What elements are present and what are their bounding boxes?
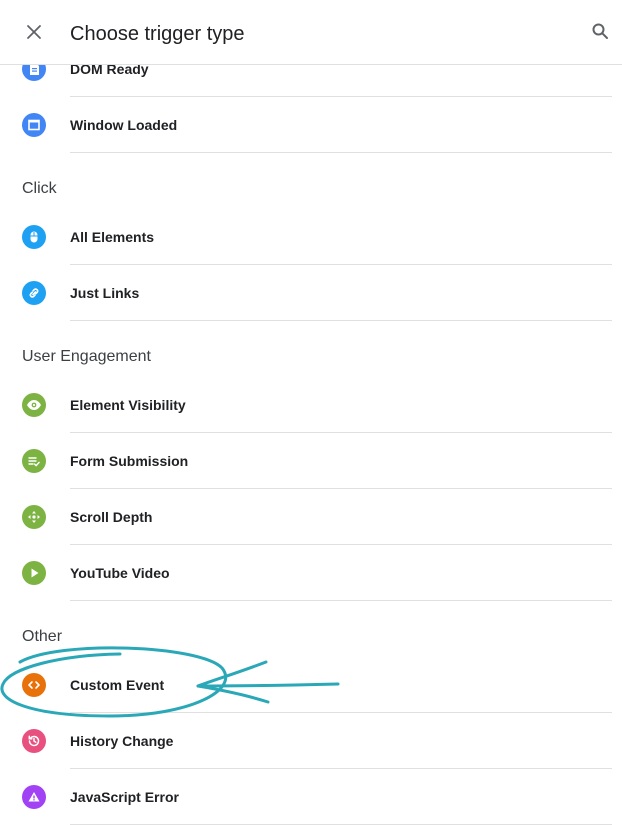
trigger-item-label: JavaScript Error [70,789,179,805]
window-icon [22,113,46,137]
trigger-item-custom-event[interactable]: Custom Event [0,657,622,713]
trigger-item-label: History Change [70,733,174,749]
code-icon [22,673,46,697]
mouse-icon [22,225,46,249]
page-title: Choose trigger type [70,23,245,45]
scroll-arrows-icon [22,505,46,529]
trigger-item-form-submission[interactable]: Form Submission [0,433,622,489]
eye-icon [22,393,46,417]
search-icon [591,22,609,45]
trigger-item-label: Scroll Depth [70,509,153,525]
trigger-item-label: Form Submission [70,453,189,469]
section-header-user-engagement: User Engagement [22,348,151,365]
divider [70,600,612,601]
close-icon [26,24,42,45]
divider [70,320,612,321]
trigger-item-label: All Elements [70,229,155,245]
play-icon [22,561,46,585]
trigger-item-label: Just Links [70,285,140,301]
trigger-item-label: Window Loaded [70,117,178,133]
section-header-other: Other [22,628,63,645]
divider [70,152,612,153]
section-header-click: Click [22,180,57,197]
trigger-item-history-change[interactable]: History Change [0,713,622,769]
trigger-item-scroll-depth[interactable]: Scroll Depth [0,489,622,545]
trigger-item-youtube-video[interactable]: YouTube Video [0,545,622,601]
search-button[interactable] [586,19,614,47]
history-icon [22,729,46,753]
form-check-icon [22,449,46,473]
trigger-item-all-elements[interactable]: All Elements [0,209,622,265]
dialog-header: Choose trigger type [0,0,622,65]
trigger-item-javascript-error[interactable]: JavaScript Error [0,769,622,825]
trigger-item-label: Custom Event [70,677,165,693]
link-icon [22,281,46,305]
trigger-item-window-loaded[interactable]: Window Loaded [0,97,622,153]
trigger-item-just-links[interactable]: Just Links [0,265,622,321]
trigger-item-label: YouTube Video [70,565,170,581]
close-button[interactable] [20,20,48,48]
warning-icon [22,785,46,809]
trigger-item-element-visibility[interactable]: Element Visibility [0,377,622,433]
trigger-item-label: Element Visibility [70,397,186,413]
